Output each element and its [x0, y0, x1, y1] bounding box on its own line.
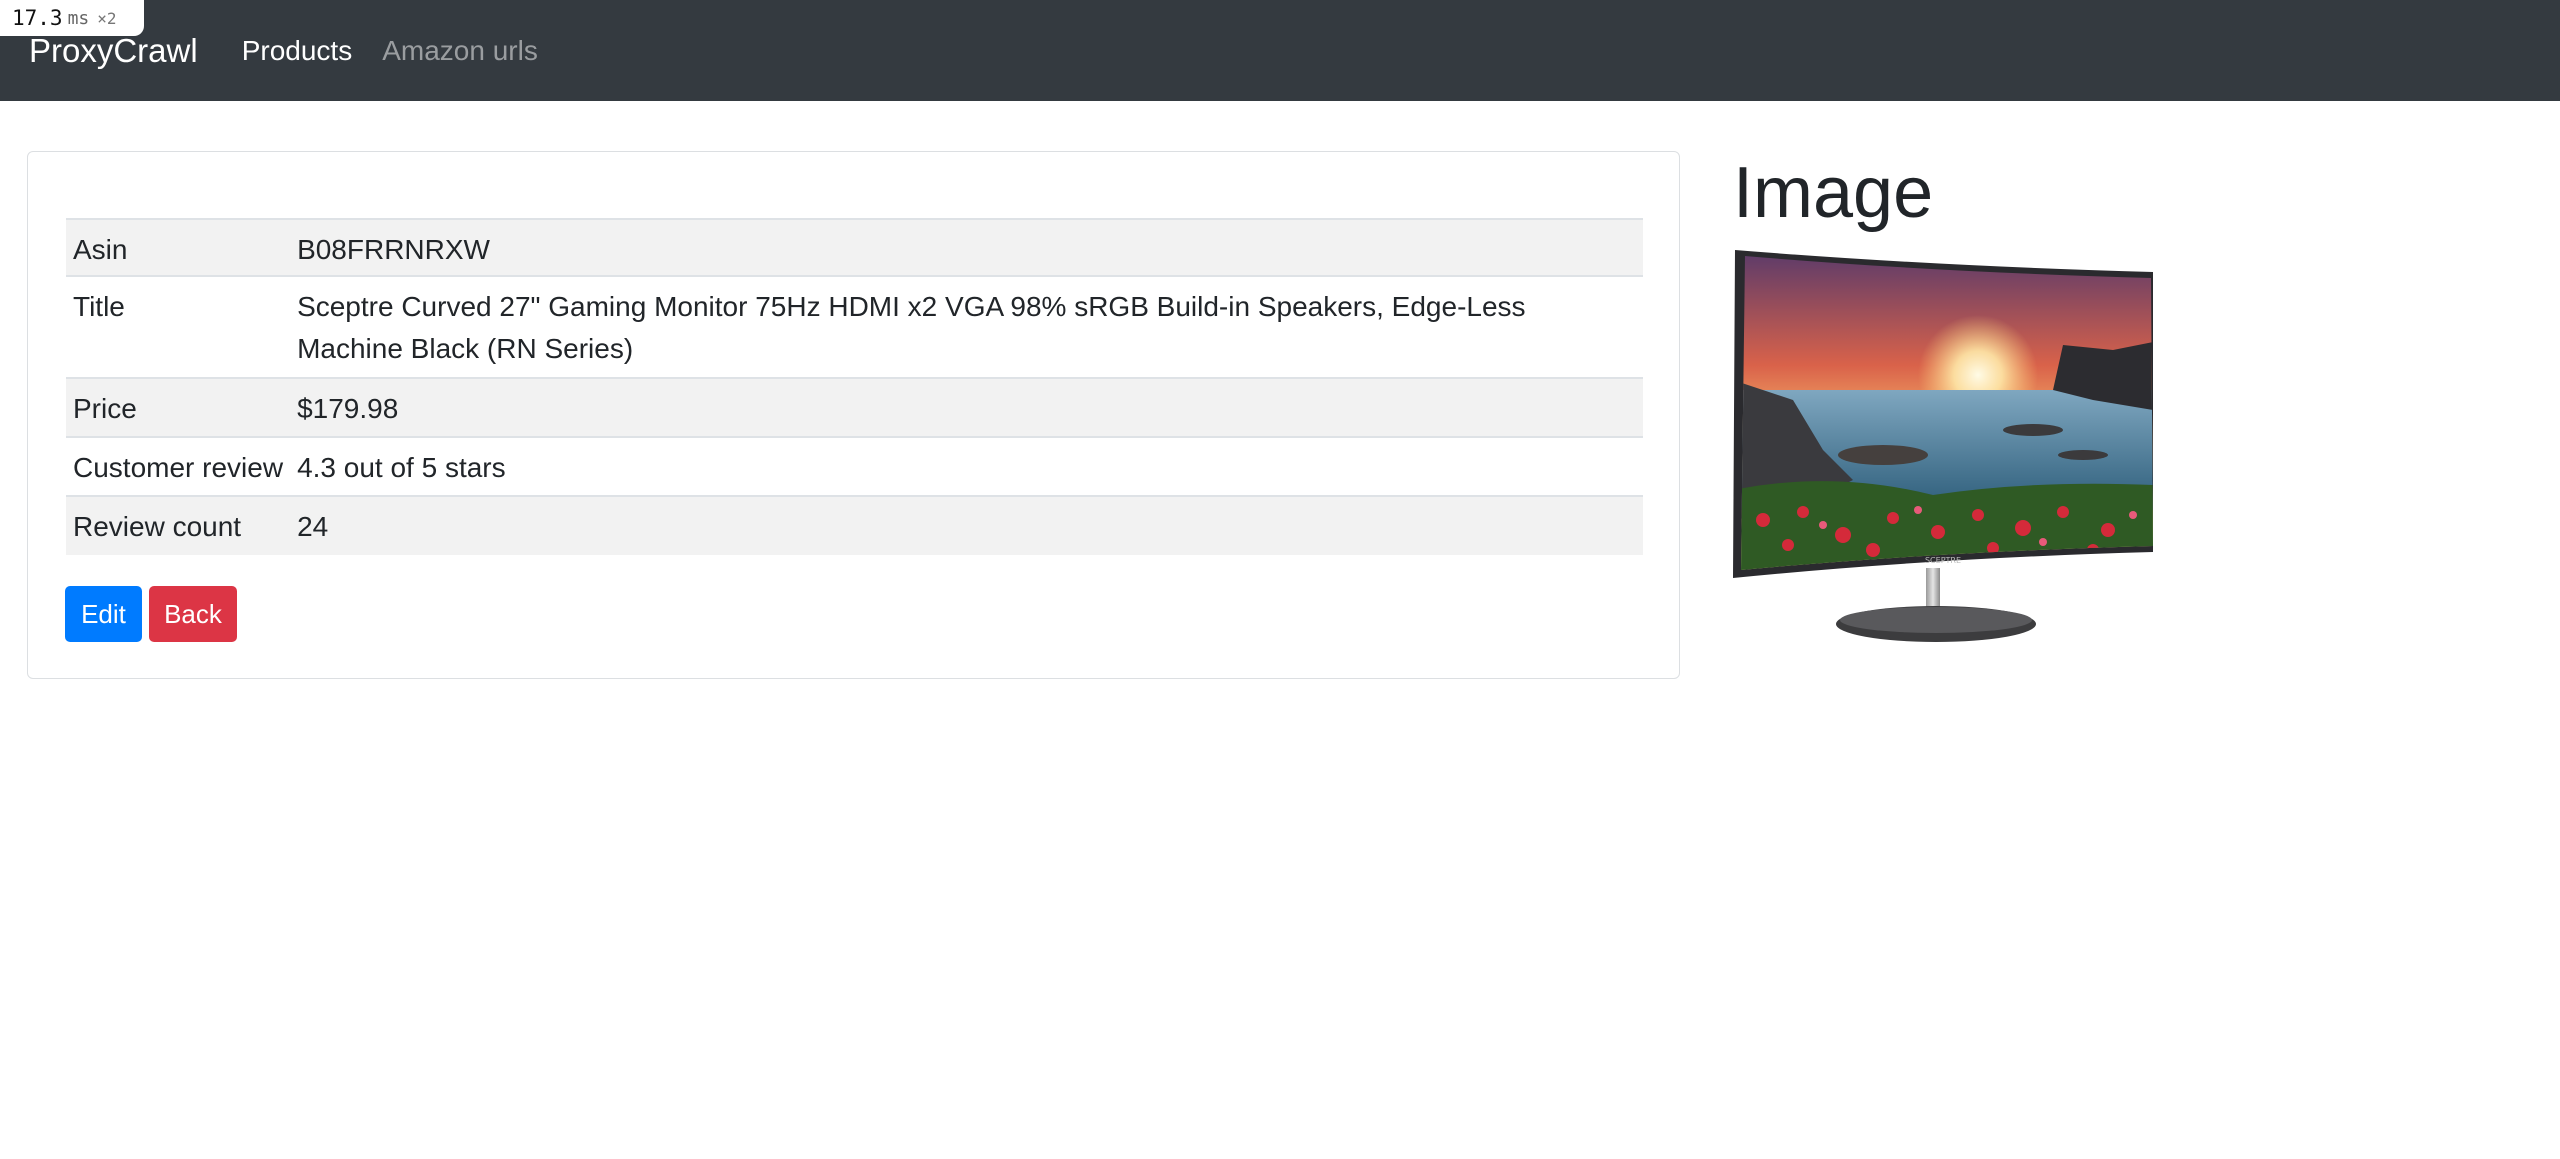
back-button[interactable]: Back	[149, 586, 237, 642]
table-row: Customer review 4.3 out of 5 stars	[66, 436, 1643, 496]
navbar: ProxyCrawl Products Amazon urls	[0, 0, 2560, 101]
navbar-brand[interactable]: ProxyCrawl	[29, 34, 198, 67]
render-time-value: 17.3	[12, 6, 63, 30]
table-row: Review count 24	[66, 495, 1643, 555]
row-label-asin: Asin	[66, 218, 291, 276]
row-value-title: Sceptre Curved 27" Gaming Monitor 75Hz H…	[290, 275, 1643, 378]
row-label-customer-review: Customer review	[66, 436, 291, 496]
image-heading: Image	[1733, 153, 1934, 233]
product-details-table: Asin B08FRRNRXW Title Sceptre Curved 27"…	[66, 218, 1643, 555]
table-row: Price $179.98	[66, 377, 1643, 437]
render-time-multiplier: ×2	[97, 8, 117, 28]
edit-button[interactable]: Edit	[65, 586, 142, 642]
product-image: SCEPTRE	[1733, 250, 2153, 642]
row-value-customer-review: 4.3 out of 5 stars	[290, 436, 1643, 496]
row-label-title: Title	[66, 275, 291, 378]
row-label-price: Price	[66, 377, 291, 437]
product-details-card: Asin B08FRRNRXW Title Sceptre Curved 27"…	[27, 151, 1680, 679]
row-label-review-count: Review count	[66, 495, 291, 555]
row-value-asin: B08FRRNRXW	[290, 218, 1643, 276]
nav-link-products[interactable]: Products	[242, 36, 353, 65]
nav-link-amazon-urls[interactable]: Amazon urls	[382, 36, 538, 65]
row-value-price: $179.98	[290, 377, 1643, 437]
render-time-unit: ms	[67, 7, 90, 29]
table-row: Title Sceptre Curved 27" Gaming Monitor …	[66, 275, 1643, 378]
render-time-badge: 17.3 ms ×2	[0, 0, 144, 36]
table-row: Asin B08FRRNRXW	[66, 218, 1643, 276]
monitor-brand-label: SCEPTRE	[1925, 556, 1961, 565]
row-value-review-count: 24	[290, 495, 1643, 555]
